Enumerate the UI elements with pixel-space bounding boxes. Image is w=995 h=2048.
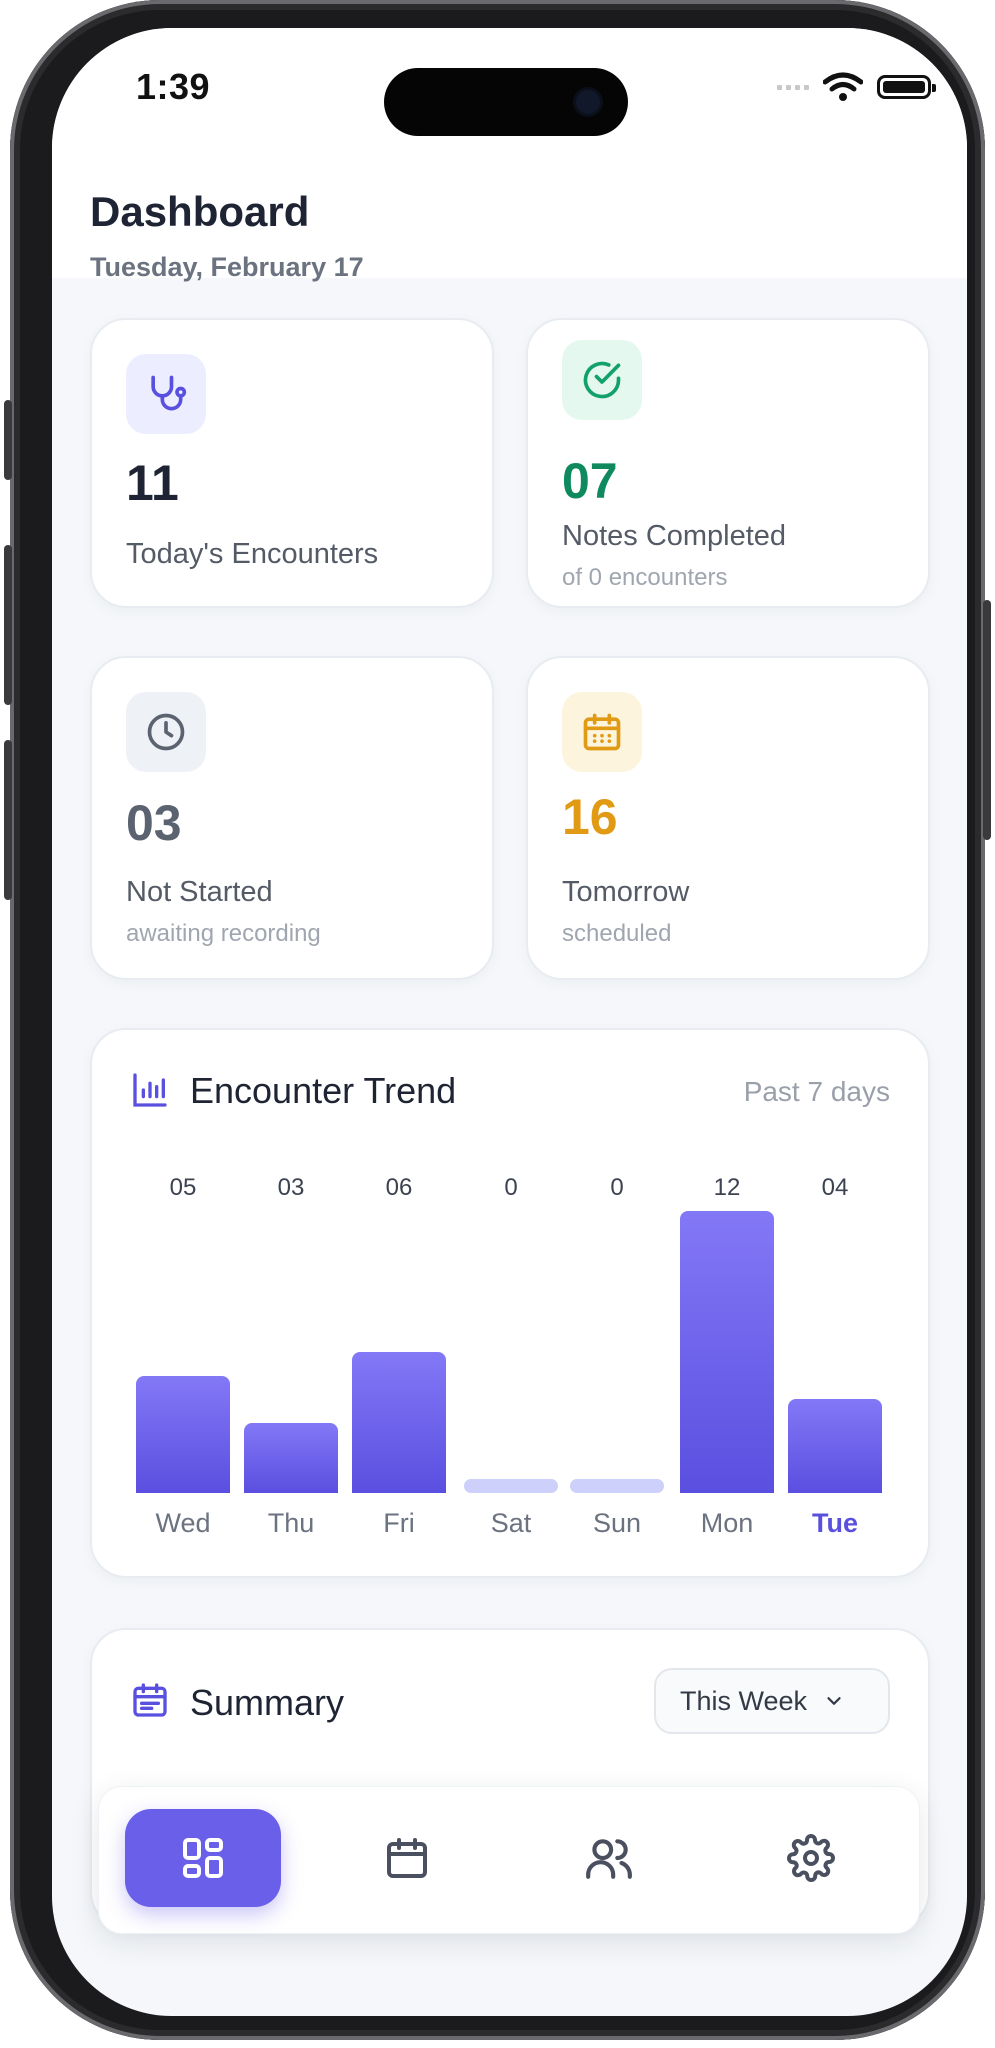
chart-day-label: Sun <box>592 1508 642 1538</box>
silent-switch <box>4 400 12 480</box>
check-circle-icon <box>562 340 642 420</box>
chart-bar-sun <box>570 1479 664 1493</box>
power-button <box>983 600 991 840</box>
not-started-label: Not Started <box>126 876 273 908</box>
stat-card-notes-completed[interactable]: 07 Notes Completed of 0 encounters <box>526 318 930 608</box>
screen: 1:39 Dashboard Tuesday, February 17 11 T… <box>52 28 967 2016</box>
page-title: Dashboard <box>90 188 310 235</box>
trend-title: Encounter Trend <box>190 1070 457 1111</box>
page-date: Tuesday, February 17 <box>90 252 364 282</box>
battery-icon <box>877 75 936 99</box>
tab-patients[interactable] <box>531 1809 687 1907</box>
chart-value-label: 05 <box>169 1174 197 1201</box>
encounters-label: Today's Encounters <box>126 538 379 570</box>
notes-label: Notes Completed <box>562 520 787 552</box>
wifi-icon <box>823 72 863 101</box>
status-bar: 1:39 <box>52 28 967 148</box>
status-icons <box>777 72 936 102</box>
notes-value: 07 <box>562 453 618 509</box>
chart-value-label: 0 <box>610 1174 624 1201</box>
chart-day-label: Wed <box>155 1508 211 1538</box>
calendar-icon <box>562 692 642 772</box>
dynamic-island <box>384 68 628 136</box>
chart-value-label: 03 <box>277 1174 305 1201</box>
encounter-trend-card: Encounter Trend Past 7 days 05 Wed 03 Thu 06… <box>90 1028 930 1578</box>
bottom-tab-bar <box>98 1786 920 1934</box>
bar-chart-icon <box>133 1073 167 1107</box>
chevron-down-icon <box>827 1697 841 1705</box>
chart-bar-fri <box>352 1352 446 1493</box>
stat-card-not-started[interactable]: 03 Not Started awaiting recording <box>90 656 494 980</box>
phone-frame: 1:39 Dashboard Tuesday, February 17 11 T… <box>4 0 991 2040</box>
not-started-value: 03 <box>126 795 182 851</box>
gear-icon <box>787 1834 835 1882</box>
range-dropdown[interactable]: This Week <box>654 1668 890 1734</box>
calendar-list-icon <box>133 1683 167 1717</box>
notes-sub: of 0 encounters <box>562 564 728 591</box>
status-time: 1:39 <box>136 66 211 107</box>
chart-bar-mon <box>680 1211 774 1493</box>
chart-day-label: Tue <box>812 1508 858 1538</box>
chart-day-label: Sat <box>490 1508 532 1538</box>
users-icon <box>586 1839 632 1879</box>
camera-icon <box>576 90 600 114</box>
signal-icon <box>777 84 809 90</box>
chart-day-label: Fri <box>383 1508 415 1538</box>
tab-calendar[interactable] <box>329 1809 485 1907</box>
encounters-value: 11 <box>126 455 179 511</box>
chart-value-label: 0 <box>504 1174 518 1201</box>
chart-value-label: 06 <box>385 1174 413 1201</box>
tomorrow-label: Tomorrow <box>562 876 690 908</box>
not-started-sub: awaiting recording <box>126 920 321 947</box>
tab-dashboard[interactable] <box>125 1809 281 1907</box>
chart-bar-tue <box>788 1399 882 1493</box>
tomorrow-value: 16 <box>562 789 618 845</box>
chart-value-label: 04 <box>821 1174 849 1201</box>
stat-card-encounters[interactable]: 11 Today's Encounters <box>90 318 494 608</box>
tab-settings[interactable] <box>733 1809 889 1907</box>
page-header: Dashboard Tuesday, February 17 <box>52 148 967 282</box>
volume-down-button <box>4 740 12 900</box>
grid-icon <box>183 1838 223 1878</box>
range-dropdown-value: This Week <box>680 1685 808 1716</box>
chart-day-label: Thu <box>267 1508 315 1538</box>
volume-up-button <box>4 545 12 705</box>
summary-title: Summary <box>190 1682 345 1723</box>
calendar-icon <box>387 1838 427 1878</box>
stethoscope-icon <box>126 354 206 434</box>
chart-bar-sat <box>464 1479 558 1493</box>
chart-day-label: Mon <box>700 1508 754 1538</box>
trend-period: Past 7 days <box>743 1076 890 1107</box>
chart-bar-wed <box>136 1375 230 1493</box>
tomorrow-sub: scheduled <box>562 920 672 947</box>
chart-bar-thu <box>244 1422 338 1493</box>
stat-card-tomorrow[interactable]: 16 Tomorrow scheduled <box>526 656 930 980</box>
clock-icon <box>126 692 206 772</box>
chart-value-label: 12 <box>713 1174 741 1201</box>
